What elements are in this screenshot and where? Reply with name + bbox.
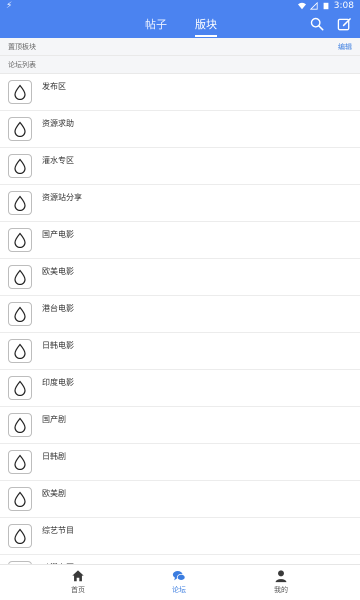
tab-posts[interactable]: 帖子: [145, 18, 167, 31]
board-name: 国产剧: [42, 415, 66, 424]
chat-bubbles-icon: [172, 571, 186, 581]
nav-home[interactable]: 首页: [48, 569, 108, 595]
forum-list: 发布区 资源求助 灌水专区 资源站分享 国产电影 欧美电影 港台电影 日韩电影 …: [0, 74, 360, 564]
forum-board-item[interactable]: 灌水专区: [0, 148, 360, 185]
water-drop-icon: [14, 417, 26, 433]
water-drop-icon: [14, 195, 26, 211]
board-icon: [8, 450, 32, 474]
water-drop-icon: [14, 528, 26, 544]
board-name: 港台电影: [42, 304, 74, 313]
board-name: 欧美电影: [42, 267, 74, 276]
app-bar: 帖子 版块: [0, 12, 360, 38]
water-drop-icon: [14, 454, 26, 470]
forum-board-item[interactable]: 港台电影: [0, 296, 360, 333]
nav-me-label: 我的: [274, 586, 288, 594]
forum-board-item[interactable]: 印度电影: [0, 370, 360, 407]
pinned-section-header: 置顶板块 编辑: [0, 38, 360, 56]
wifi-icon: [297, 2, 306, 10]
status-bar: ⚡ 3:08: [0, 0, 360, 12]
flash-icon: ⚡: [6, 1, 13, 11]
board-icon: [8, 302, 32, 326]
board-icon: [8, 524, 32, 548]
search-icon[interactable]: [310, 17, 324, 31]
nav-me[interactable]: 我的: [251, 569, 311, 595]
board-name: 印度电影: [42, 378, 74, 387]
board-icon: [8, 265, 32, 289]
board-icon: [8, 487, 32, 511]
water-drop-icon: [14, 269, 26, 285]
board-icon: [8, 154, 32, 178]
board-icon: [8, 191, 32, 215]
water-drop-icon: [14, 158, 26, 174]
battery-icon: [323, 2, 329, 10]
board-name: 国产电影: [42, 230, 74, 239]
forum-board-item[interactable]: 国产剧: [0, 407, 360, 444]
forum-board-item[interactable]: 发布区: [0, 74, 360, 111]
water-drop-icon: [14, 380, 26, 396]
board-name: 发布区: [42, 82, 66, 91]
board-icon: [8, 80, 32, 104]
forum-board-item[interactable]: 资源求助: [0, 111, 360, 148]
forum-list-header: 论坛列表: [0, 56, 360, 74]
water-drop-icon: [14, 491, 26, 507]
home-icon: [72, 570, 84, 582]
water-drop-icon: [14, 306, 26, 322]
water-drop-icon: [14, 121, 26, 137]
person-icon: [275, 570, 287, 583]
bottom-nav: 首页 论坛 我的: [0, 564, 360, 600]
forum-board-item[interactable]: 欧美剧: [0, 481, 360, 518]
board-name: 日韩剧: [42, 452, 66, 461]
board-icon: [8, 117, 32, 141]
board-name: 欧美剧: [42, 489, 66, 498]
status-time: 3:08: [333, 1, 354, 11]
water-drop-icon: [14, 343, 26, 359]
board-name: 日韩电影: [42, 341, 74, 350]
board-icon: [8, 339, 32, 363]
board-name: 资源站分享: [42, 193, 82, 202]
forum-board-item[interactable]: 日韩剧: [0, 444, 360, 481]
forum-board-item[interactable]: 动漫专区: [0, 555, 360, 564]
forum-board-item[interactable]: 资源站分享: [0, 185, 360, 222]
water-drop-icon: [14, 232, 26, 248]
board-name: 综艺节目: [42, 526, 74, 535]
signal-icon: [309, 2, 318, 10]
forum-board-item[interactable]: 日韩电影: [0, 333, 360, 370]
nav-forum[interactable]: 论坛: [149, 569, 209, 595]
forum-board-item[interactable]: 综艺节目: [0, 518, 360, 555]
nav-home-label: 首页: [71, 586, 85, 594]
board-icon: [8, 413, 32, 437]
edit-pinned-button[interactable]: 编辑: [338, 42, 352, 52]
board-name: 资源求助: [42, 119, 74, 128]
forum-board-item[interactable]: 国产电影: [0, 222, 360, 259]
water-drop-icon: [14, 84, 26, 100]
forum-list-title: 论坛列表: [8, 61, 36, 69]
edit-icon[interactable]: [337, 17, 352, 32]
tab-boards[interactable]: 版块: [195, 18, 217, 37]
nav-forum-label: 论坛: [172, 586, 186, 594]
board-name: 灌水专区: [42, 156, 74, 165]
forum-board-item[interactable]: 欧美电影: [0, 259, 360, 296]
board-icon: [8, 376, 32, 400]
board-icon: [8, 228, 32, 252]
pinned-title: 置顶板块: [8, 43, 36, 51]
